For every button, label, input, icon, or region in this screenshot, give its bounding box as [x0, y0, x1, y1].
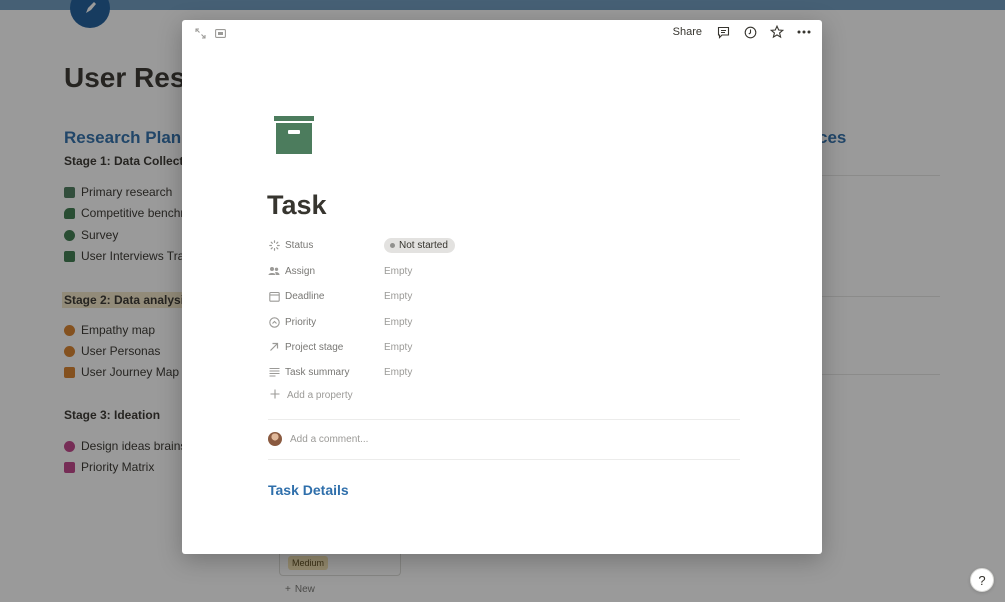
property-project-stage[interactable]: Project stage Empty — [268, 338, 740, 356]
property-value: Empty — [384, 316, 413, 328]
help-button[interactable]: ? — [970, 568, 994, 592]
status-badge[interactable]: Not started — [384, 237, 455, 253]
divider — [268, 419, 740, 420]
text-lines-icon — [268, 366, 280, 378]
peek-mode-icon[interactable] — [214, 27, 226, 39]
property-value: Empty — [384, 290, 413, 302]
divider — [268, 459, 740, 460]
arrow-up-right-icon — [268, 341, 280, 353]
more-icon[interactable] — [796, 24, 812, 40]
archive-icon[interactable] — [274, 116, 314, 154]
property-label: Task summary — [285, 366, 350, 378]
people-icon — [268, 265, 280, 277]
property-label: Project stage — [285, 341, 344, 353]
avatar — [268, 432, 282, 446]
comment-input-row[interactable]: Add a comment... — [268, 432, 368, 446]
share-button[interactable]: Share — [671, 24, 704, 40]
expand-icon[interactable] — [194, 27, 206, 39]
task-details-heading[interactable]: Task Details — [268, 482, 349, 498]
status-value: Not started — [399, 239, 448, 251]
status-dot — [390, 242, 395, 248]
comment-input[interactable]: Add a comment... — [290, 434, 368, 445]
property-value: Empty — [384, 366, 413, 378]
history-icon[interactable] — [742, 24, 758, 40]
property-label: Priority — [285, 316, 317, 328]
property-label: Assign — [285, 265, 316, 277]
task-modal: Share Task Status Not started Assign Emp… — [182, 20, 822, 554]
property-deadline[interactable]: Deadline Empty — [268, 287, 740, 305]
property-value: Empty — [384, 265, 413, 277]
star-icon[interactable] — [769, 24, 785, 40]
property-task-summary[interactable]: Task summary Empty — [268, 363, 740, 381]
property-status[interactable]: Status Not started — [268, 236, 740, 254]
property-priority[interactable]: Priority Empty — [268, 313, 740, 331]
calendar-icon — [268, 290, 280, 302]
property-assign[interactable]: Assign Empty — [268, 262, 740, 280]
plus-icon — [270, 389, 280, 402]
priority-icon — [268, 316, 280, 328]
comment-icon[interactable] — [715, 24, 731, 40]
status-icon — [268, 239, 280, 251]
property-label: Deadline — [285, 290, 325, 302]
add-property-button[interactable]: Add a property — [270, 389, 353, 402]
property-label: Status — [285, 239, 314, 251]
property-value: Empty — [384, 341, 413, 353]
add-property-label: Add a property — [287, 390, 353, 401]
task-title[interactable]: Task — [267, 190, 327, 221]
